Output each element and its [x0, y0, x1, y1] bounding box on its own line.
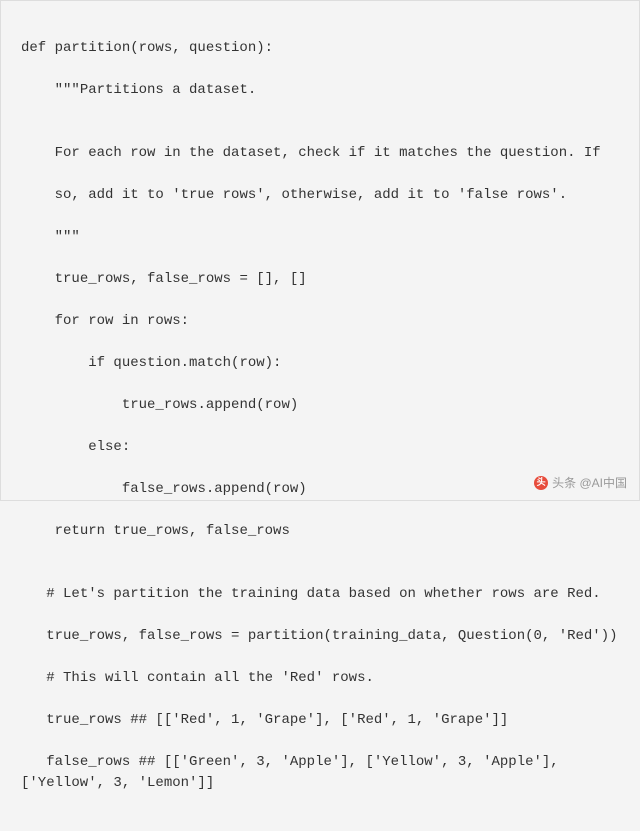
code-line: def partition(rows, question): — [21, 38, 619, 59]
code-line: """Partitions a dataset. — [21, 80, 619, 101]
code-line: return true_rows, false_rows — [21, 521, 619, 542]
code-line: # This will contain all the 'Red' rows. — [21, 668, 619, 689]
watermark-text: 头条 @AI中国 — [552, 474, 627, 492]
watermark: 头 头条 @AI中国 — [534, 474, 627, 492]
code-line: false_rows ## [['Green', 3, 'Apple'], ['… — [21, 752, 619, 794]
code-line: false_rows.append(row) — [21, 479, 619, 500]
code-line: """ — [21, 227, 619, 248]
code-line: for row in rows: — [21, 311, 619, 332]
code-line: so, add it to 'true rows', otherwise, ad… — [21, 185, 619, 206]
code-line: true_rows.append(row) — [21, 395, 619, 416]
code-line: true_rows, false_rows = partition(traini… — [21, 626, 619, 647]
code-line: if question.match(row): — [21, 353, 619, 374]
code-block: def partition(rows, question): """Partit… — [1, 1, 639, 831]
code-line: else: — [21, 437, 619, 458]
code-line: # Let's partition the training data base… — [21, 584, 619, 605]
code-line: true_rows ## [['Red', 1, 'Grape'], ['Red… — [21, 710, 619, 731]
code-line: For each row in the dataset, check if it… — [21, 143, 619, 164]
code-line: true_rows, false_rows = [], [] — [21, 269, 619, 290]
toutiao-icon: 头 — [534, 476, 548, 490]
